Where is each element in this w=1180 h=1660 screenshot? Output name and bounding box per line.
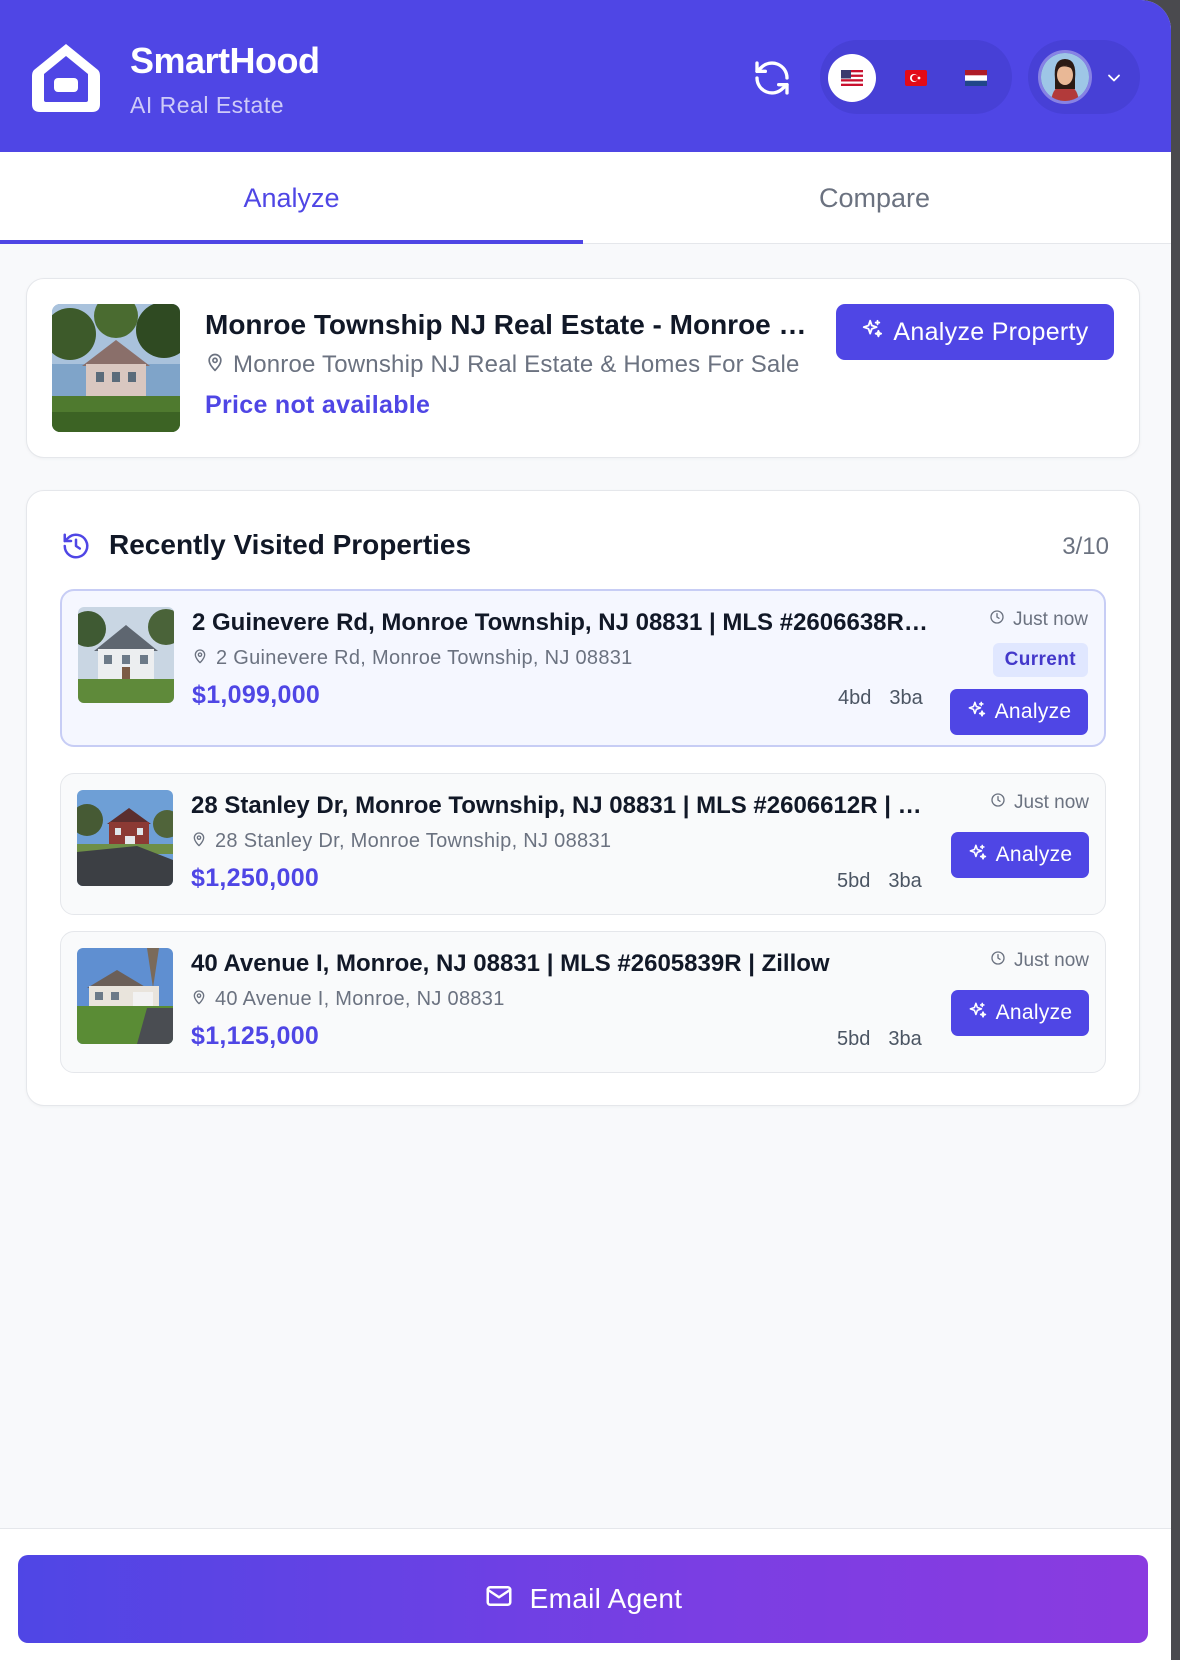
- property-title: 2 Guinevere Rd, Monroe Township, NJ 0883…: [192, 609, 932, 636]
- current-property-title: Monroe Township NJ Real Estate - Monroe …: [205, 309, 817, 340]
- clock-icon: [989, 609, 1005, 631]
- home-logo-icon: [30, 40, 102, 114]
- visit-time-text: Just now: [1014, 950, 1089, 971]
- tr-flag-icon[interactable]: [892, 54, 940, 102]
- current-property-price: Price not available: [205, 391, 431, 419]
- sparkles-icon: [968, 1001, 987, 1026]
- property-specs: 5bd 3ba: [837, 870, 922, 893]
- sparkles-icon: [861, 318, 883, 347]
- property-baths: 3ba: [888, 870, 922, 892]
- map-pin-icon: [205, 351, 225, 379]
- property-specs: 5bd 3ba: [837, 1028, 922, 1051]
- property-address: 2 Guinevere Rd, Monroe Township, NJ 0883…: [192, 647, 633, 670]
- property-price: $1,125,000: [191, 1022, 320, 1050]
- footer-bar: Email Agent: [0, 1528, 1171, 1660]
- active-tab-indicator: [0, 240, 583, 244]
- map-pin-icon: [192, 647, 208, 670]
- property-thumbnail: [77, 790, 173, 886]
- sparkles-icon: [968, 843, 987, 868]
- user-menu[interactable]: [1028, 40, 1140, 114]
- property-address: 40 Avenue I, Monroe, NJ 08831: [191, 988, 505, 1011]
- property-price: $1,099,000: [192, 681, 321, 709]
- us-flag-icon[interactable]: [828, 54, 876, 102]
- email-agent-button[interactable]: Email Agent: [18, 1555, 1148, 1643]
- property-beds: 4bd: [838, 687, 872, 709]
- clock-icon: [990, 950, 1006, 972]
- visit-time-text: Just now: [1013, 609, 1088, 630]
- recent-properties-title: Recently Visited Properties: [109, 529, 472, 560]
- property-title: 40 Avenue I, Monroe, NJ 08831 | MLS #260…: [191, 950, 830, 977]
- property-address: 28 Stanley Dr, Monroe Township, NJ 08831: [191, 830, 611, 853]
- email-agent-label: Email Agent: [529, 1583, 683, 1614]
- property-title: 28 Stanley Dr, Monroe Township, NJ 08831…: [191, 792, 931, 819]
- property-baths: 3ba: [889, 687, 923, 709]
- current-property-location-text: Monroe Township NJ Real Estate & Homes F…: [233, 351, 800, 378]
- app-header: SmartHood AI Real Estate: [0, 0, 1171, 152]
- brand-title: SmartHood: [130, 40, 320, 81]
- history-icon: [61, 531, 91, 566]
- current-property-card: Monroe Township NJ Real Estate - Monroe …: [26, 278, 1140, 458]
- property-beds: 5bd: [837, 870, 871, 892]
- property-thumbnail: [52, 304, 180, 432]
- analyze-button-label: Analyze: [995, 843, 1073, 866]
- analyze-button[interactable]: Analyze: [951, 990, 1089, 1036]
- language-switcher: [820, 40, 1012, 114]
- app-window: SmartHood AI Real Estate Analyze Compare…: [0, 0, 1171, 1660]
- nl-flag-icon[interactable]: [952, 54, 1000, 102]
- tab-compare[interactable]: Compare: [583, 152, 1166, 244]
- list-item[interactable]: 2 Guinevere Rd, Monroe Township, NJ 0883…: [60, 589, 1106, 747]
- analyze-property-label: Analyze Property: [893, 317, 1089, 346]
- recent-properties-count: 3/10: [1062, 533, 1109, 560]
- list-item[interactable]: 40 Avenue I, Monroe, NJ 08831 | MLS #260…: [60, 931, 1106, 1073]
- status-badge: Current: [992, 643, 1088, 677]
- visit-time: Just now: [990, 950, 1089, 972]
- property-thumbnail: [78, 607, 174, 703]
- analyze-button[interactable]: Analyze: [950, 689, 1088, 735]
- current-property-location: Monroe Township NJ Real Estate & Homes F…: [205, 351, 800, 379]
- chevron-down-icon: [1104, 68, 1124, 93]
- property-price: $1,250,000: [191, 864, 320, 892]
- refresh-icon[interactable]: [752, 58, 792, 98]
- property-baths: 3ba: [888, 1028, 922, 1050]
- visit-time-text: Just now: [1014, 792, 1089, 813]
- brand-subtitle: AI Real Estate: [130, 92, 285, 118]
- property-specs: 4bd 3ba: [838, 687, 923, 710]
- property-address-text: 40 Avenue I, Monroe, NJ 08831: [215, 988, 505, 1010]
- avatar: [1038, 50, 1092, 104]
- tab-bar: Analyze Compare: [0, 152, 1171, 244]
- sparkles-icon: [967, 700, 986, 725]
- list-item[interactable]: 28 Stanley Dr, Monroe Township, NJ 08831…: [60, 773, 1106, 915]
- property-address-text: 28 Stanley Dr, Monroe Township, NJ 08831: [215, 830, 612, 852]
- mail-icon: [484, 1581, 514, 1618]
- property-address-text: 2 Guinevere Rd, Monroe Township, NJ 0883…: [216, 647, 633, 669]
- property-thumbnail: [77, 948, 173, 1044]
- analyze-button[interactable]: Analyze: [951, 832, 1089, 878]
- map-pin-icon: [191, 988, 207, 1011]
- tab-analyze[interactable]: Analyze: [0, 152, 583, 244]
- visit-time: Just now: [989, 609, 1088, 631]
- property-beds: 5bd: [837, 1028, 871, 1050]
- analyze-property-button[interactable]: Analyze Property: [836, 304, 1114, 360]
- recent-properties-panel: Recently Visited Properties 3/10 2 Guine…: [26, 490, 1140, 1106]
- visit-time: Just now: [990, 792, 1089, 814]
- clock-icon: [990, 792, 1006, 814]
- map-pin-icon: [191, 830, 207, 853]
- analyze-button-label: Analyze: [995, 1001, 1073, 1024]
- analyze-button-label: Analyze: [994, 700, 1072, 723]
